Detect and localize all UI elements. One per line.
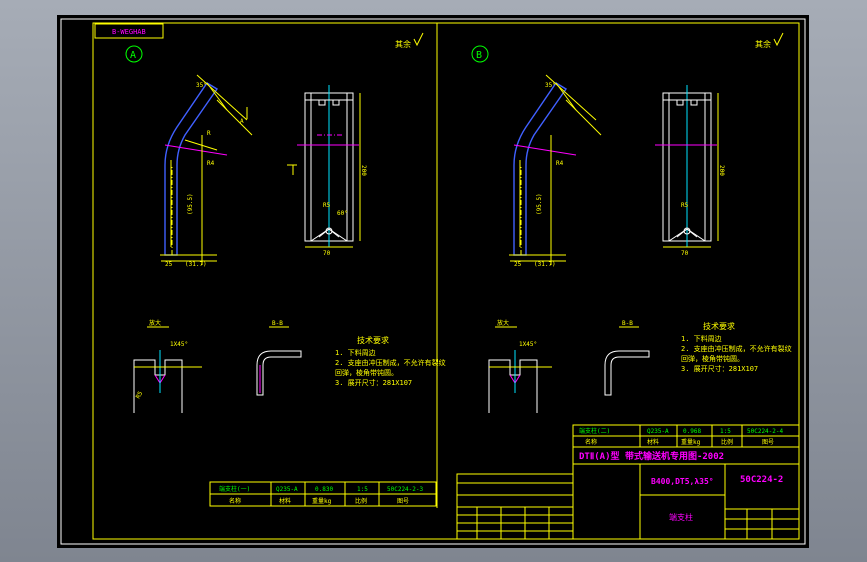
- roughness-a-icon: [413, 32, 424, 47]
- right-tech-item-1: 1. 下料周边: [681, 334, 722, 343]
- svg-text:Q235-A: Q235-A: [276, 486, 298, 493]
- svg-text:比例: 比例: [355, 497, 367, 505]
- svg-text:(95.5): (95.5): [187, 193, 194, 215]
- right-tech-title: 技术要求: [703, 321, 735, 331]
- right-section-bb: B-B: [604, 320, 650, 396]
- svg-text:35°: 35°: [196, 82, 207, 89]
- cad-viewport[interactable]: B-WEGHAB A B 其余 其余 35° R R4 (95.5) 25 (3…: [0, 0, 867, 562]
- left-bent-bracket: 35° R R4 (95.5) 25 (31.7) A: [160, 74, 253, 268]
- view-a-label: A: [130, 50, 136, 61]
- right-tech-notes: 技术要求 1. 下料周边 2. 支座由冲压制成，不允许有裂纹 回弹，棱角带钝圆。…: [681, 321, 792, 373]
- left-section-bb: B-B: [256, 320, 302, 396]
- svg-text:名称: 名称: [229, 497, 241, 505]
- left-tech-item-2: 2. 支座由冲压制成，不允许有裂纹: [335, 358, 446, 367]
- right-tech-item-3: 回弹，棱角带钝圆。: [681, 354, 744, 363]
- svg-text:R4: R4: [207, 160, 215, 167]
- svg-text:名称: 名称: [585, 438, 597, 446]
- svg-text:重量kg: 重量kg: [681, 438, 701, 446]
- right-detail-label: 放大: [497, 319, 509, 327]
- left-tech-title: 技术要求: [357, 335, 389, 345]
- drawing-tag-label: B-WEGHAB: [112, 28, 146, 36]
- roughness-b-icon: [773, 32, 784, 47]
- view-b-label: B: [476, 50, 482, 61]
- svg-text:1:5: 1:5: [720, 428, 731, 435]
- right-detail-view: 放大 1X45°: [488, 319, 552, 413]
- svg-text:25: 25: [514, 261, 522, 268]
- svg-text:0.830: 0.830: [315, 486, 333, 493]
- right-tech-item-4: 3. 展开尺寸：281X107: [681, 364, 758, 373]
- tb-drawing-no: 50C224-2: [740, 475, 783, 485]
- right-section-label: B-B: [622, 320, 633, 327]
- svg-text:R5: R5: [135, 390, 145, 400]
- svg-text:1:5: 1:5: [357, 486, 368, 493]
- svg-text:端支柱(一): 端支柱(一): [219, 485, 250, 493]
- drawing-svg: B-WEGHAB A B 其余 其余 35° R R4 (95.5) 25 (3…: [60, 18, 806, 545]
- svg-text:25: 25: [165, 261, 173, 268]
- left-bom-table: 端支柱(一) Q235-A 0.830 1:5 50C224-2-3 名称 材料…: [209, 481, 437, 507]
- svg-text:R4: R4: [556, 160, 564, 167]
- svg-text:(31.7): (31.7): [534, 261, 556, 268]
- svg-text:60°: 60°: [337, 210, 348, 217]
- svg-text:50C224-2-3: 50C224-2-3: [387, 486, 424, 493]
- right-tech-item-2: 2. 支座由冲压制成，不允许有裂纹: [681, 344, 792, 353]
- tb-part-name: 端支柱: [669, 512, 693, 522]
- svg-text:重量kg: 重量kg: [312, 497, 332, 505]
- left-detail-view: 放大 1X45° R5: [133, 319, 202, 413]
- svg-text:比例: 比例: [721, 438, 733, 446]
- svg-text:70: 70: [681, 250, 689, 257]
- svg-text:Q235-A: Q235-A: [647, 428, 669, 435]
- title-block: 端支柱(二) Q235-A 0.968 1:5 50C224-2-4 名称 材料…: [572, 424, 800, 540]
- svg-text:200: 200: [718, 165, 725, 176]
- roughness-b: 其余: [755, 39, 771, 49]
- right-chamfer: 1X45°: [519, 341, 537, 348]
- left-tech-item-4: 3. 展开尺寸：281X107: [335, 378, 412, 387]
- tb-main-title: DTⅡ(A)型 带式输送机专用图-2002: [579, 450, 724, 462]
- svg-text:图号: 图号: [397, 498, 409, 505]
- left-tech-item-3: 回弹，棱角带钝圆。: [335, 368, 398, 377]
- left-detail-label: 放大: [149, 319, 161, 327]
- left-tech-notes: 技术要求 1. 下料周边 2. 支座由冲压制成，不允许有裂纹 回弹，棱角带钝圆。…: [335, 335, 446, 387]
- left-front-view: 70 200 R5 60°: [287, 85, 367, 257]
- svg-text:70: 70: [323, 250, 331, 257]
- svg-text:A: A: [240, 118, 244, 125]
- svg-text:(95.5): (95.5): [536, 193, 543, 215]
- svg-text:图号: 图号: [762, 439, 774, 446]
- svg-text:0.968: 0.968: [683, 428, 701, 435]
- tb-spec: B400,DT5,λ35°: [651, 477, 714, 486]
- outer-border: [60, 18, 806, 545]
- svg-text:材料: 材料: [647, 438, 659, 446]
- revision-block: [456, 473, 574, 540]
- svg-text:200: 200: [360, 165, 367, 176]
- tb-row-0: 端支柱(二): [579, 427, 610, 435]
- left-section-label: B-B: [272, 320, 283, 327]
- right-bent-bracket: 35° R4 (95.5) 25 (31.7): [509, 74, 602, 268]
- right-front-view: 70 200 R5: [655, 85, 725, 257]
- left-tech-item-1: 1. 下料周边: [335, 348, 376, 357]
- left-chamfer: 1X45°: [170, 341, 188, 348]
- drawing-canvas[interactable]: B-WEGHAB A B 其余 其余 35° R R4 (95.5) 25 (3…: [57, 15, 809, 548]
- svg-text:R5: R5: [681, 202, 689, 209]
- svg-text:35°: 35°: [545, 82, 556, 89]
- svg-text:50C224-2-4: 50C224-2-4: [747, 428, 784, 435]
- svg-text:材料: 材料: [279, 497, 291, 505]
- svg-text:R: R: [207, 130, 211, 137]
- roughness-a: 其余: [395, 39, 411, 49]
- svg-text:R5: R5: [323, 202, 331, 209]
- svg-text:(31.7): (31.7): [185, 261, 207, 268]
